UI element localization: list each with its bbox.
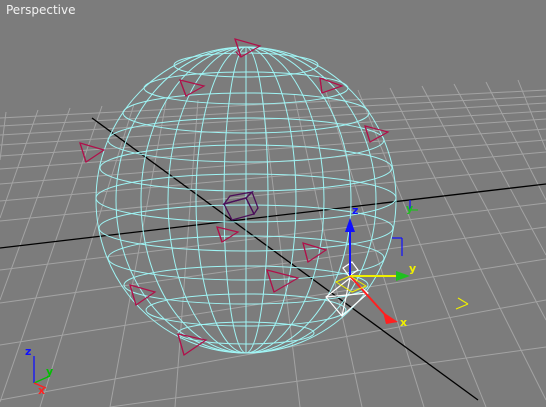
secondary-y-label: y [406, 202, 413, 215]
camera-icon[interactable] [179, 79, 206, 97]
camera-icon[interactable] [216, 226, 240, 243]
secondary-axis-tripod: y [406, 200, 418, 215]
corner-y-label: y [46, 365, 53, 378]
gizmo-x-label: x [400, 316, 407, 329]
corner-x-label: x [38, 384, 45, 397]
viewport-label[interactable]: Perspective [6, 3, 76, 17]
gizmo-z-label: z [352, 204, 358, 217]
corner-axis-tripod: z y x [25, 345, 53, 397]
center-box[interactable] [222, 190, 259, 221]
camera-icon[interactable] [364, 125, 390, 143]
gizmo-y-label: y [409, 262, 416, 275]
perspective-viewport[interactable]: Perspective z y x y z y x [0, 0, 546, 407]
cameras [79, 38, 390, 356]
camera-icon[interactable] [266, 269, 300, 293]
corner-z-label: z [25, 345, 31, 358]
world-axis-lines [0, 117, 546, 401]
ground-grid [0, 79, 546, 407]
scene-canvas[interactable]: z y x y z y x [0, 0, 546, 407]
